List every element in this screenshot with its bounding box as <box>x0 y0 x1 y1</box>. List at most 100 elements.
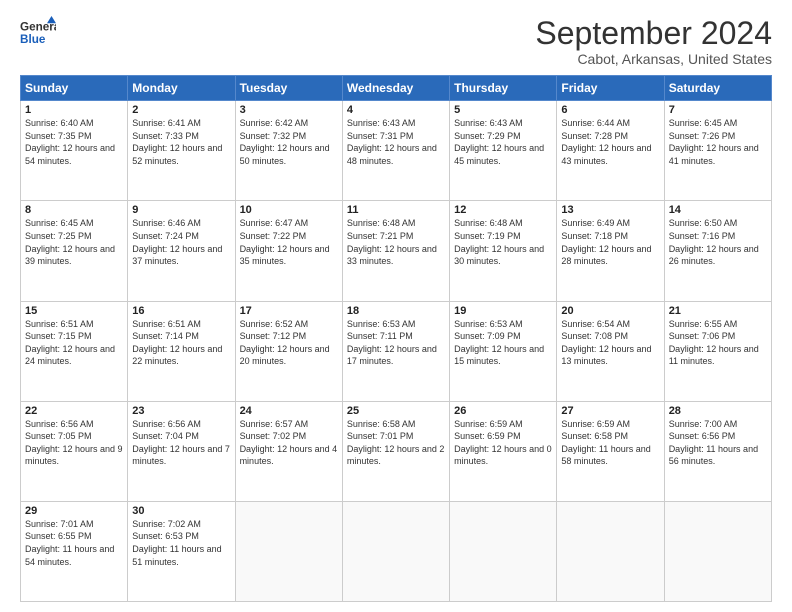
calendar-cell: 27Sunrise: 6:59 AMSunset: 6:58 PMDayligh… <box>557 401 664 501</box>
day-info: Sunrise: 6:49 AMSunset: 7:18 PMDaylight:… <box>561 217 659 267</box>
day-number: 4 <box>347 104 445 116</box>
day-info: Sunrise: 6:54 AMSunset: 7:08 PMDaylight:… <box>561 318 659 368</box>
calendar-cell <box>664 501 771 601</box>
calendar-day-header: Thursday <box>450 76 557 101</box>
day-number: 2 <box>132 104 230 116</box>
calendar-cell: 10Sunrise: 6:47 AMSunset: 7:22 PMDayligh… <box>235 201 342 301</box>
day-info: Sunrise: 6:51 AMSunset: 7:15 PMDaylight:… <box>25 318 123 368</box>
calendar-cell: 30Sunrise: 7:02 AMSunset: 6:53 PMDayligh… <box>128 501 235 601</box>
calendar-cell: 22Sunrise: 6:56 AMSunset: 7:05 PMDayligh… <box>21 401 128 501</box>
calendar-day-header: Wednesday <box>342 76 449 101</box>
calendar-cell: 23Sunrise: 6:56 AMSunset: 7:04 PMDayligh… <box>128 401 235 501</box>
day-info: Sunrise: 6:57 AMSunset: 7:02 PMDaylight:… <box>240 418 338 468</box>
title-block: September 2024 Cabot, Arkansas, United S… <box>535 16 772 67</box>
day-number: 20 <box>561 305 659 317</box>
calendar-cell: 6Sunrise: 6:44 AMSunset: 7:28 PMDaylight… <box>557 101 664 201</box>
day-info: Sunrise: 6:53 AMSunset: 7:11 PMDaylight:… <box>347 318 445 368</box>
subtitle: Cabot, Arkansas, United States <box>535 51 772 67</box>
calendar-cell: 21Sunrise: 6:55 AMSunset: 7:06 PMDayligh… <box>664 301 771 401</box>
day-info: Sunrise: 6:58 AMSunset: 7:01 PMDaylight:… <box>347 418 445 468</box>
day-number: 16 <box>132 305 230 317</box>
calendar-body: 1Sunrise: 6:40 AMSunset: 7:35 PMDaylight… <box>21 101 772 602</box>
calendar-cell: 25Sunrise: 6:58 AMSunset: 7:01 PMDayligh… <box>342 401 449 501</box>
logo-icon: General Blue <box>20 16 56 52</box>
day-info: Sunrise: 7:00 AMSunset: 6:56 PMDaylight:… <box>669 418 767 468</box>
day-number: 19 <box>454 305 552 317</box>
calendar-day-header: Sunday <box>21 76 128 101</box>
day-number: 3 <box>240 104 338 116</box>
day-info: Sunrise: 6:55 AMSunset: 7:06 PMDaylight:… <box>669 318 767 368</box>
day-number: 12 <box>454 204 552 216</box>
day-number: 10 <box>240 204 338 216</box>
calendar-day-header: Monday <box>128 76 235 101</box>
calendar-cell: 15Sunrise: 6:51 AMSunset: 7:15 PMDayligh… <box>21 301 128 401</box>
day-info: Sunrise: 7:01 AMSunset: 6:55 PMDaylight:… <box>25 518 123 568</box>
calendar-cell: 17Sunrise: 6:52 AMSunset: 7:12 PMDayligh… <box>235 301 342 401</box>
day-info: Sunrise: 6:45 AMSunset: 7:25 PMDaylight:… <box>25 217 123 267</box>
day-number: 28 <box>669 405 767 417</box>
day-number: 7 <box>669 104 767 116</box>
main-title: September 2024 <box>535 16 772 51</box>
day-number: 29 <box>25 505 123 517</box>
day-info: Sunrise: 6:52 AMSunset: 7:12 PMDaylight:… <box>240 318 338 368</box>
logo: General Blue <box>20 16 60 52</box>
day-number: 11 <box>347 204 445 216</box>
calendar-week-row: 22Sunrise: 6:56 AMSunset: 7:05 PMDayligh… <box>21 401 772 501</box>
day-info: Sunrise: 6:48 AMSunset: 7:21 PMDaylight:… <box>347 217 445 267</box>
day-info: Sunrise: 6:59 AMSunset: 6:59 PMDaylight:… <box>454 418 552 468</box>
day-number: 14 <box>669 204 767 216</box>
day-info: Sunrise: 6:42 AMSunset: 7:32 PMDaylight:… <box>240 117 338 167</box>
day-info: Sunrise: 6:59 AMSunset: 6:58 PMDaylight:… <box>561 418 659 468</box>
day-number: 1 <box>25 104 123 116</box>
svg-text:Blue: Blue <box>20 33 46 46</box>
day-info: Sunrise: 6:44 AMSunset: 7:28 PMDaylight:… <box>561 117 659 167</box>
page: General Blue September 2024 Cabot, Arkan… <box>0 0 792 612</box>
day-number: 22 <box>25 405 123 417</box>
calendar-cell: 14Sunrise: 6:50 AMSunset: 7:16 PMDayligh… <box>664 201 771 301</box>
day-info: Sunrise: 6:40 AMSunset: 7:35 PMDaylight:… <box>25 117 123 167</box>
calendar-cell: 26Sunrise: 6:59 AMSunset: 6:59 PMDayligh… <box>450 401 557 501</box>
day-number: 23 <box>132 405 230 417</box>
calendar-cell <box>342 501 449 601</box>
calendar-cell: 12Sunrise: 6:48 AMSunset: 7:19 PMDayligh… <box>450 201 557 301</box>
day-number: 18 <box>347 305 445 317</box>
day-number: 6 <box>561 104 659 116</box>
calendar-header-row: SundayMondayTuesdayWednesdayThursdayFrid… <box>21 76 772 101</box>
day-number: 25 <box>347 405 445 417</box>
calendar-cell: 7Sunrise: 6:45 AMSunset: 7:26 PMDaylight… <box>664 101 771 201</box>
calendar-week-row: 1Sunrise: 6:40 AMSunset: 7:35 PMDaylight… <box>21 101 772 201</box>
calendar-day-header: Friday <box>557 76 664 101</box>
calendar-cell: 29Sunrise: 7:01 AMSunset: 6:55 PMDayligh… <box>21 501 128 601</box>
calendar-cell <box>235 501 342 601</box>
calendar-cell: 28Sunrise: 7:00 AMSunset: 6:56 PMDayligh… <box>664 401 771 501</box>
day-number: 17 <box>240 305 338 317</box>
day-info: Sunrise: 6:56 AMSunset: 7:05 PMDaylight:… <box>25 418 123 468</box>
day-info: Sunrise: 6:47 AMSunset: 7:22 PMDaylight:… <box>240 217 338 267</box>
calendar-cell: 1Sunrise: 6:40 AMSunset: 7:35 PMDaylight… <box>21 101 128 201</box>
header: General Blue September 2024 Cabot, Arkan… <box>20 16 772 67</box>
calendar-cell: 18Sunrise: 6:53 AMSunset: 7:11 PMDayligh… <box>342 301 449 401</box>
calendar-cell: 16Sunrise: 6:51 AMSunset: 7:14 PMDayligh… <box>128 301 235 401</box>
day-info: Sunrise: 6:48 AMSunset: 7:19 PMDaylight:… <box>454 217 552 267</box>
day-info: Sunrise: 6:41 AMSunset: 7:33 PMDaylight:… <box>132 117 230 167</box>
calendar-cell: 19Sunrise: 6:53 AMSunset: 7:09 PMDayligh… <box>450 301 557 401</box>
day-info: Sunrise: 6:43 AMSunset: 7:29 PMDaylight:… <box>454 117 552 167</box>
calendar-table: SundayMondayTuesdayWednesdayThursdayFrid… <box>20 75 772 602</box>
day-number: 13 <box>561 204 659 216</box>
day-info: Sunrise: 6:45 AMSunset: 7:26 PMDaylight:… <box>669 117 767 167</box>
day-number: 5 <box>454 104 552 116</box>
day-info: Sunrise: 7:02 AMSunset: 6:53 PMDaylight:… <box>132 518 230 568</box>
calendar-cell: 2Sunrise: 6:41 AMSunset: 7:33 PMDaylight… <box>128 101 235 201</box>
day-number: 30 <box>132 505 230 517</box>
calendar-cell: 4Sunrise: 6:43 AMSunset: 7:31 PMDaylight… <box>342 101 449 201</box>
day-info: Sunrise: 6:46 AMSunset: 7:24 PMDaylight:… <box>132 217 230 267</box>
day-info: Sunrise: 6:56 AMSunset: 7:04 PMDaylight:… <box>132 418 230 468</box>
day-number: 8 <box>25 204 123 216</box>
day-number: 27 <box>561 405 659 417</box>
day-info: Sunrise: 6:50 AMSunset: 7:16 PMDaylight:… <box>669 217 767 267</box>
calendar-day-header: Tuesday <box>235 76 342 101</box>
calendar-week-row: 29Sunrise: 7:01 AMSunset: 6:55 PMDayligh… <box>21 501 772 601</box>
calendar-cell: 11Sunrise: 6:48 AMSunset: 7:21 PMDayligh… <box>342 201 449 301</box>
day-number: 9 <box>132 204 230 216</box>
calendar-cell: 24Sunrise: 6:57 AMSunset: 7:02 PMDayligh… <box>235 401 342 501</box>
